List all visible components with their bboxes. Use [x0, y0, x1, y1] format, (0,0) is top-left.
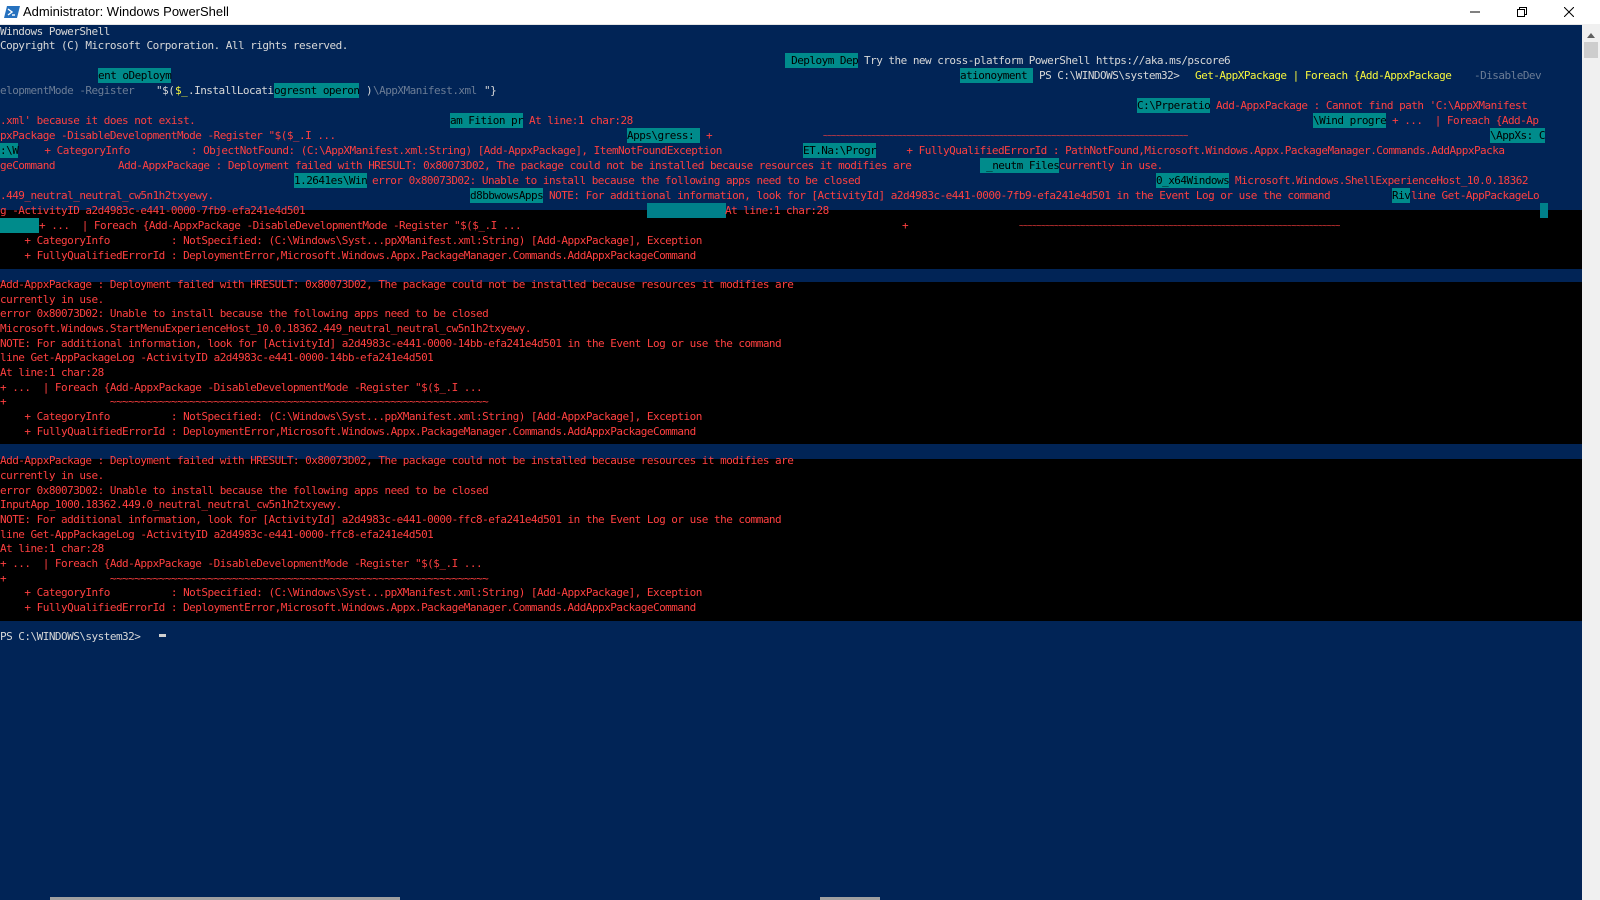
render-artifact: 0_x64Windows	[1156, 173, 1230, 188]
error-line: NOTE: For additional information, look f…	[0, 337, 782, 350]
console-output[interactable]: Windows PowerShell Copyright (C) Microso…	[0, 24, 1582, 900]
title-bar: Administrator: Windows PowerShell	[0, 0, 1600, 25]
render-artifact: _neutm Files	[980, 158, 1060, 173]
render-artifact: \AppXs: C	[1490, 128, 1545, 143]
error-line: + ~~~~~~~~~~~~~~~~~~~~~~~~~~~~~~~~~~~~~~…	[0, 395, 489, 408]
vertical-scrollbar[interactable]	[1582, 24, 1600, 900]
error-line: error 0x80073D02: Unable to install beca…	[0, 307, 489, 320]
render-artifact: ent oDeploym	[98, 68, 172, 83]
command-param: -DisableDev	[1474, 69, 1542, 82]
command-text: Get-AppXPackage | Foreach {Add-AppxPacka…	[1195, 69, 1458, 82]
error-line: line Get-AppPackageLo	[1411, 189, 1540, 202]
error-line: NOTE: For additional information, look f…	[0, 513, 782, 526]
header-line: Copyright (C) Microsoft Corporation. All…	[0, 39, 348, 52]
error-line: Microsoft.Windows.StartMenuExperienceHos…	[0, 322, 531, 335]
render-artifact: Deploym Dep	[785, 53, 859, 68]
error-line: Add-AppxPackage : Deployment failed with…	[0, 278, 794, 291]
error-line: + CategoryInfo : NotSpecified: (C:\Windo…	[0, 234, 702, 247]
error-line: line Get-AppPackageLog -ActivityID a2d49…	[0, 528, 434, 541]
error-line: geCommand	[0, 159, 55, 172]
error-line: error 0x80073D02: Unable to install beca…	[372, 174, 861, 187]
render-artifact: ogresnt operon	[274, 83, 360, 98]
render-artifact: 1.2641es\Win	[294, 173, 368, 188]
error-line: + ~~~~~~~~~~~~~~~~~~~~~~~~~~~~~~~~~~~~~~…	[0, 572, 489, 585]
scroll-thumb[interactable]	[1584, 42, 1598, 58]
restore-button[interactable]	[1499, 0, 1545, 24]
error-line: + FullyQualifiedErrorId : DeploymentErro…	[0, 601, 696, 614]
error-line: currently in use.	[0, 469, 104, 482]
error-line: Add-AppxPackage : Deployment failed with…	[0, 454, 794, 467]
error-line: + ... | Foreach {Add-AppxPackage -Disabl…	[0, 381, 483, 394]
header-line: Windows PowerShell	[0, 25, 110, 38]
error-line: .xml' because it does not exist.	[0, 114, 196, 127]
error-line: Microsoft.Windows.ShellExperienceHost_10…	[1235, 174, 1528, 187]
render-artifact: C:\Prperatio	[1137, 98, 1211, 113]
error-line: error 0x80073D02: Unable to install beca…	[0, 484, 489, 497]
error-line: currently in use.	[1059, 159, 1163, 172]
command-text: .InstallLocati	[188, 84, 274, 97]
console-line: Try the new cross-platform PowerShell ht…	[864, 54, 1231, 67]
error-line: At line:1 char:28	[0, 542, 104, 555]
close-button[interactable]	[1546, 0, 1592, 24]
error-line: + FullyQualifiedErrorId : DeploymentErro…	[0, 425, 696, 438]
error-line: +	[902, 219, 909, 232]
error-line: .449_neutral_neutral_cw5n1h2txyewy.	[0, 189, 214, 202]
error-line: g -ActivityID a2d4983c-e441-0000-7fb9-ef…	[0, 204, 306, 217]
error-line: +	[706, 129, 713, 142]
render-artifact: :\W	[0, 143, 19, 158]
error-line: + ... | Foreach {Add-AppxPackage -Disabl…	[39, 219, 522, 232]
error-line: + CategoryInfo : NotSpecified: (C:\Windo…	[0, 410, 702, 423]
render-artifact: ET.Na:\Progr	[803, 143, 877, 158]
prompt[interactable]: PS C:\WINDOWS\system32>	[0, 629, 146, 644]
render-artifact: Riv	[1392, 188, 1411, 203]
prompt: PS C:\WINDOWS\system32>	[1039, 69, 1186, 82]
text-cursor	[159, 634, 166, 637]
powershell-icon	[4, 4, 20, 20]
error-line: NOTE: For additional information, look f…	[549, 189, 1337, 202]
error-line: + CategoryInfo : NotSpecified: (C:\Windo…	[0, 586, 702, 599]
command-text: )	[366, 84, 373, 97]
error-line: At line:1 char:28	[0, 366, 104, 379]
error-line: + CategoryInfo : ObjectNotFound: (C:\App…	[20, 144, 722, 157]
render-artifact: \Wind progre	[1313, 113, 1387, 128]
command-text: "}	[484, 84, 497, 97]
scroll-up-button[interactable]	[1582, 24, 1600, 41]
command-text: $_	[175, 84, 188, 97]
minimize-icon	[1470, 7, 1480, 17]
error-line: pxPackage -DisableDevelopmentMode -Regis…	[0, 129, 336, 142]
error-line: Add-AppxPackage : Deployment failed with…	[118, 159, 918, 172]
error-line: At line:1 char:28	[529, 114, 633, 127]
render-artifact	[647, 203, 726, 218]
close-icon	[1564, 7, 1574, 17]
restore-icon	[1517, 7, 1527, 17]
render-artifact	[1540, 203, 1548, 218]
command-text: "$(	[156, 84, 175, 97]
error-line: + ... | Foreach {Add-Ap	[1392, 114, 1539, 127]
error-line: InputApp_1000.18362.449.0_neutral_neutra…	[0, 498, 342, 511]
error-line: + ... | Foreach {Add-AppxPackage -Disabl…	[0, 557, 483, 570]
render-artifact: ationoyment	[960, 68, 1034, 83]
error-line: currently in use.	[0, 293, 104, 306]
error-line: Add-AppxPackage : Cannot find path 'C:\A…	[1216, 99, 1528, 112]
render-artifact: Apps\gress:	[627, 128, 701, 143]
error-line: + FullyQualifiedErrorId : PathNotFound,M…	[882, 144, 1505, 157]
minimize-button[interactable]	[1452, 0, 1498, 24]
error-line: ~~~~~~~~~~~~~~~~~~~~~~~~~~~~~~~~~~~~~~~~…	[1019, 221, 1340, 230]
error-line: ~~~~~~~~~~~~~~~~~~~~~~~~~~~~~~~~~~~~~~~~…	[823, 131, 1188, 140]
chevron-up-icon	[1587, 23, 1595, 42]
error-line: + FullyQualifiedErrorId : DeploymentErro…	[0, 249, 696, 262]
render-artifact: am Fition pr	[450, 113, 524, 128]
error-line: At line:1 char:28	[725, 204, 829, 217]
render-artifact: d8bbwowsApps	[470, 188, 544, 203]
command-param: elopmentMode -Register	[0, 84, 141, 97]
command-param: \AppXManifest.xml	[373, 84, 477, 97]
window-title: Administrator: Windows PowerShell	[23, 4, 229, 19]
error-line: line Get-AppPackageLog -ActivityID a2d49…	[0, 351, 434, 364]
render-artifact	[0, 218, 39, 233]
